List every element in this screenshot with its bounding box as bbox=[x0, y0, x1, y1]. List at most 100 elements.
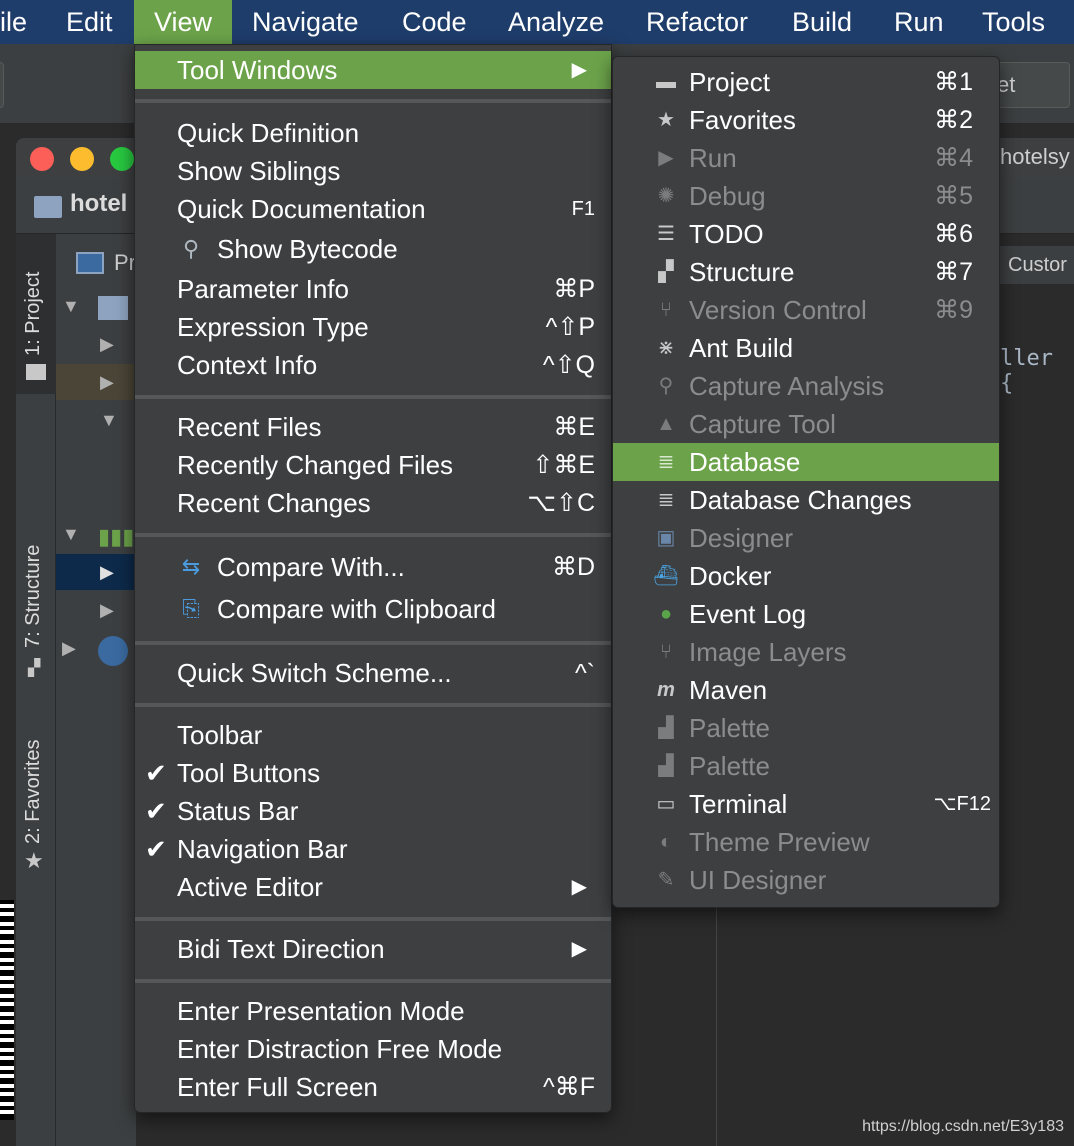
menu-item-label: Run bbox=[689, 143, 737, 173]
menu-separator bbox=[135, 395, 611, 399]
menu-item-label: Palette bbox=[689, 713, 770, 743]
menu-navigate[interactable]: Navigate bbox=[252, 0, 359, 44]
menu-item-full-screen[interactable]: Enter Full Screen ^⌘F bbox=[135, 1068, 611, 1106]
star-icon: ★ bbox=[657, 109, 675, 131]
menu-tools[interactable]: Tools bbox=[982, 0, 1045, 44]
menu-item-bidi-text-direction[interactable]: Bidi Text Direction ▶ bbox=[135, 930, 611, 968]
menu-code[interactable]: Code bbox=[402, 0, 467, 44]
menu-item-shortcut: ⌘4 bbox=[934, 144, 973, 172]
tool-window-event-log[interactable]: ● Event Log bbox=[613, 595, 999, 633]
palette-icon: ▟ bbox=[658, 717, 674, 739]
menu-item-tool-buttons[interactable]: ✔ Tool Buttons bbox=[135, 754, 611, 792]
menu-item-navigation-bar[interactable]: ✔ Navigation Bar bbox=[135, 830, 611, 868]
tool-window-palette: ▟ Palette bbox=[613, 709, 999, 747]
menu-item-tool-windows[interactable]: Tool Windows ▶ bbox=[135, 51, 611, 89]
menu-item-show-siblings[interactable]: Show Siblings bbox=[135, 152, 611, 190]
tree-expand-icon[interactable]: ▼ bbox=[100, 410, 118, 431]
minimize-window-button[interactable] bbox=[70, 147, 94, 171]
zoom-window-button[interactable] bbox=[110, 147, 134, 171]
menu-item-label: Debug bbox=[689, 181, 766, 211]
vcs-icon: ⑂ bbox=[660, 299, 672, 321]
menu-separator bbox=[135, 917, 611, 921]
designer-icon: ▣ bbox=[656, 527, 676, 549]
tree-collapse-icon[interactable]: ▶ bbox=[62, 638, 76, 659]
tree-collapse-icon[interactable]: ▶ bbox=[100, 372, 114, 393]
menu-item-shortcut: ⌘5 bbox=[934, 182, 973, 210]
menu-edit[interactable]: Edit bbox=[66, 0, 113, 44]
menu-item-label: Ant Build bbox=[689, 333, 794, 363]
menu-item-label: Parameter Info bbox=[177, 274, 349, 304]
tool-window-database[interactable]: ≣ Database bbox=[613, 443, 999, 481]
menu-item-toolbar[interactable]: Toolbar bbox=[135, 716, 611, 754]
favorites-tool-tab[interactable]: 2: Favorites bbox=[22, 740, 45, 844]
tree-collapse-icon[interactable]: ▶ bbox=[100, 334, 114, 355]
layers-icon: ⑂ bbox=[660, 641, 672, 663]
menu-item-show-bytecode[interactable]: ⚲ Show Bytecode bbox=[135, 230, 611, 268]
menu-item-shortcut: ⇧⌘E bbox=[532, 451, 595, 479]
tree-expand-icon[interactable]: ▼ bbox=[62, 524, 80, 545]
tool-window-structure[interactable]: ▞ Structure ⌘7 bbox=[613, 253, 999, 291]
menu-item-active-editor[interactable]: Active Editor ▶ bbox=[135, 868, 611, 906]
menu-item-recent-files[interactable]: Recent Files ⌘E bbox=[135, 408, 611, 446]
project-tool-tab[interactable]: 1: Project bbox=[22, 272, 45, 356]
menu-item-shortcut: ⌘E bbox=[553, 413, 595, 441]
tool-window-project[interactable]: ▬ Project ⌘1 bbox=[613, 63, 999, 101]
menu-item-presentation-mode[interactable]: Enter Presentation Mode bbox=[135, 992, 611, 1030]
tool-window-todo[interactable]: ☰ TODO ⌘6 bbox=[613, 215, 999, 253]
structure-tool-tab[interactable]: 7: Structure bbox=[22, 545, 45, 648]
tree-row-focus-bg bbox=[56, 554, 136, 590]
menu-build[interactable]: Build bbox=[792, 0, 852, 44]
menu-item-quick-documentation[interactable]: Quick Documentation F1 bbox=[135, 190, 611, 228]
run-icon: ▶ bbox=[658, 147, 674, 169]
menu-item-label: Expression Type bbox=[177, 312, 369, 342]
menu-item-parameter-info[interactable]: Parameter Info ⌘P bbox=[135, 270, 611, 308]
menu-run[interactable]: Run bbox=[894, 0, 944, 44]
menu-item-quick-switch-scheme[interactable]: Quick Switch Scheme... ^` bbox=[135, 654, 611, 692]
tool-window-database-changes[interactable]: ≣ Database Changes bbox=[613, 481, 999, 519]
menu-file[interactable]: ile bbox=[0, 0, 27, 44]
docker-icon: ⛴ bbox=[653, 565, 679, 587]
menu-item-quick-definition[interactable]: Quick Definition bbox=[135, 114, 611, 152]
menu-item-status-bar[interactable]: ✔ Status Bar bbox=[135, 792, 611, 830]
menu-item-label: Show Bytecode bbox=[217, 234, 398, 264]
theme-icon: ◐ bbox=[659, 831, 673, 853]
menu-item-distraction-free-mode[interactable]: Enter Distraction Free Mode bbox=[135, 1030, 611, 1068]
submenu-arrow-icon: ▶ bbox=[571, 938, 587, 960]
project-panel-label: Pr bbox=[114, 250, 136, 275]
tree-collapse-icon[interactable]: ▶ bbox=[100, 562, 114, 583]
folder-icon: ▬ bbox=[656, 71, 676, 93]
tool-window-palette-2: ▟ Palette bbox=[613, 747, 999, 785]
menu-item-label: Palette bbox=[689, 751, 770, 781]
tool-window-capture-analysis: ⚲ Capture Analysis bbox=[613, 367, 999, 405]
menu-analyze[interactable]: Analyze bbox=[508, 0, 604, 44]
menu-item-label: Designer bbox=[689, 523, 794, 553]
menu-item-recent-changes[interactable]: Recent Changes ⌥⇧C bbox=[135, 484, 611, 522]
menu-item-recently-changed-files[interactable]: Recently Changed Files ⇧⌘E bbox=[135, 446, 611, 484]
project-folder-icon bbox=[34, 196, 62, 218]
tool-window-maven[interactable]: m Maven bbox=[613, 671, 999, 709]
menu-item-label: Compare With... bbox=[217, 552, 405, 582]
menubar: ile Edit View Navigate Code Analyze Refa… bbox=[0, 0, 1074, 44]
tool-window-version-control: ⑂ Version Control ⌘9 bbox=[613, 291, 999, 329]
menu-separator bbox=[135, 533, 611, 537]
menu-item-context-info[interactable]: Context Info ^⇧Q bbox=[135, 346, 611, 384]
menu-separator bbox=[135, 99, 611, 103]
project-name[interactable]: hotel bbox=[70, 190, 127, 218]
tool-window-docker[interactable]: ⛴ Docker bbox=[613, 557, 999, 595]
menu-view[interactable]: View bbox=[134, 0, 233, 44]
close-window-button[interactable] bbox=[30, 147, 54, 171]
tree-expand-icon[interactable]: ▼ bbox=[62, 296, 80, 317]
menu-item-expression-type[interactable]: Expression Type ^⇧P bbox=[135, 308, 611, 346]
menu-item-compare-with-clipboard[interactable]: ⎘ Compare with Clipboard bbox=[135, 590, 611, 628]
menu-item-label: Quick Documentation bbox=[177, 194, 426, 224]
tool-window-favorites[interactable]: ★ Favorites ⌘2 bbox=[613, 101, 999, 139]
tool-window-ant-build[interactable]: ⋇ Ant Build bbox=[613, 329, 999, 367]
checkmark-icon: ✔ bbox=[145, 834, 167, 864]
tree-collapse-icon[interactable]: ▶ bbox=[100, 600, 114, 621]
menu-item-compare-with[interactable]: ⇆ Compare With... ⌘D bbox=[135, 548, 611, 586]
palette-icon: ▟ bbox=[658, 755, 674, 777]
menu-item-shortcut: ⌘9 bbox=[934, 296, 973, 324]
menu-refactor[interactable]: Refactor bbox=[646, 0, 748, 44]
tool-window-terminal[interactable]: ▭ Terminal ⌥F12 bbox=[613, 785, 999, 823]
menu-item-label: Tool Windows bbox=[177, 55, 338, 85]
